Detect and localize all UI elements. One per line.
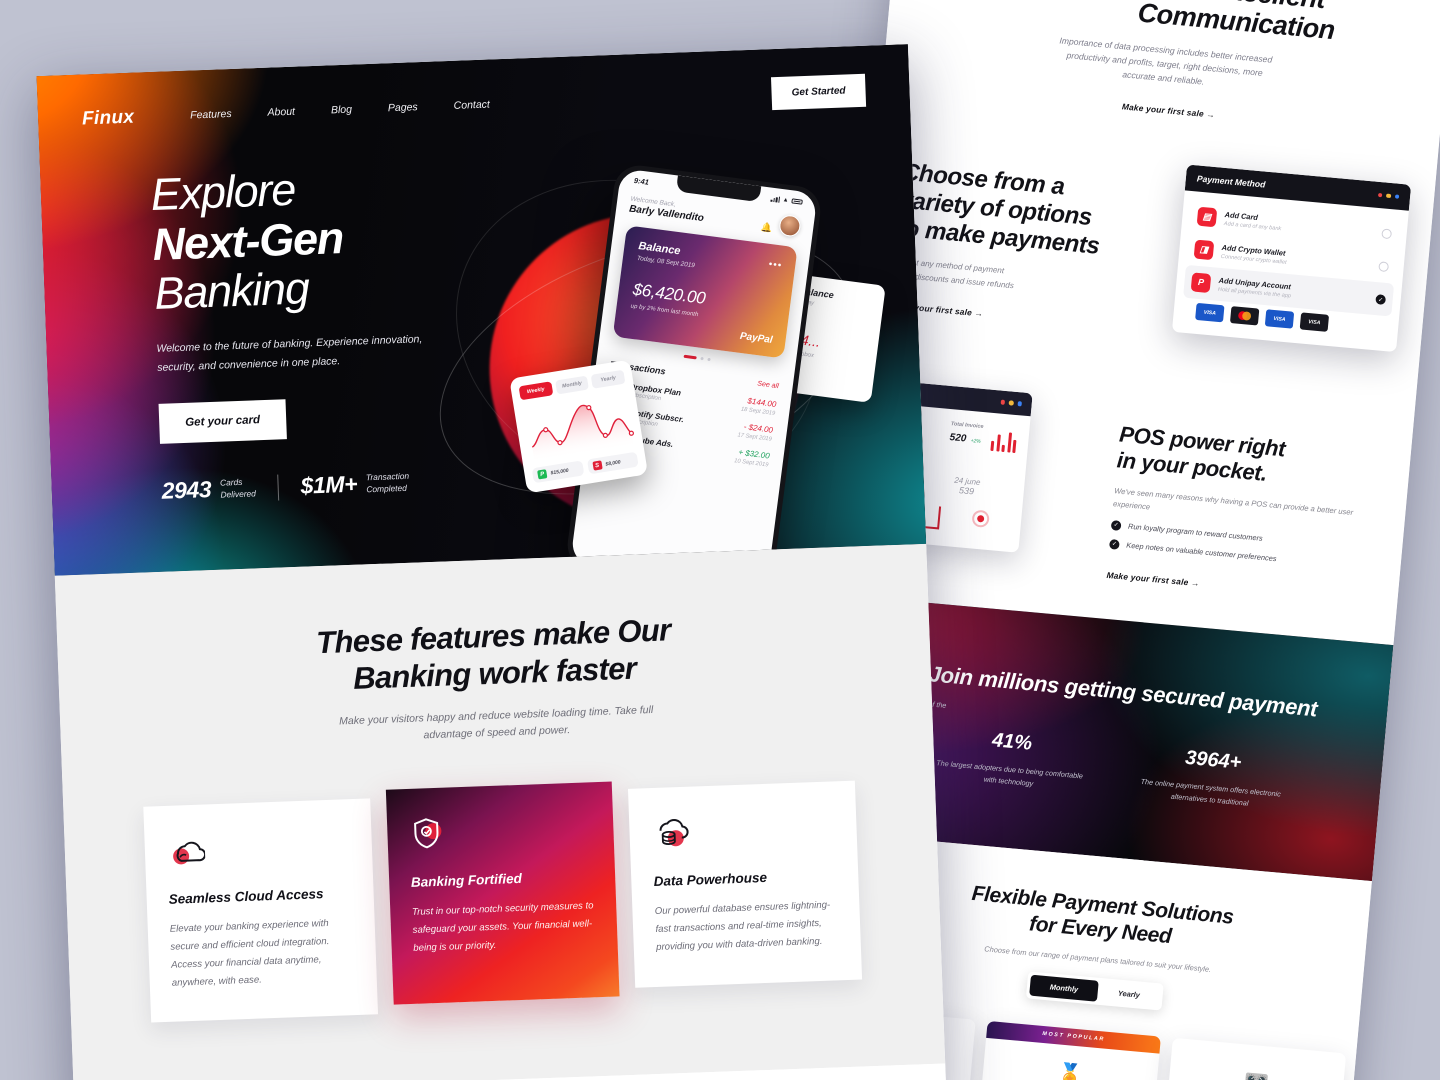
paypal-logo: PayPal	[739, 330, 774, 346]
stat-text: The online payment system offers electro…	[1140, 776, 1282, 808]
hero-text-block: Explore Next-Gen Banking Welcome to the …	[39, 121, 482, 509]
radio-button[interactable]	[1378, 260, 1390, 272]
tab-weekly[interactable]: Weekly	[518, 381, 554, 401]
logo[interactable]: Finux	[82, 106, 135, 130]
stat-label: Transaction Completed	[365, 471, 410, 495]
wifi-icon: ▲	[782, 196, 790, 204]
left-page-mockup: Finux Features About Blog Pages Contact …	[36, 44, 948, 1080]
hero-title: Explore Next-Gen Banking	[149, 163, 344, 320]
toggle-yearly[interactable]: Yearly	[1097, 980, 1161, 1007]
chip-value: $15,000	[550, 467, 569, 476]
nav-item-pages[interactable]: Pages	[388, 101, 418, 114]
feature-text: Elevate your banking experience with sec…	[169, 918, 330, 989]
feature-text: Our powerful database ensures lightning-…	[654, 899, 831, 953]
toggle-monthly[interactable]: Monthly	[1029, 974, 1100, 1002]
chip-value: $8,000	[604, 458, 622, 468]
avatar[interactable]	[778, 214, 802, 238]
wallet-icon: ◨	[1193, 239, 1215, 261]
database-cloud-icon	[651, 813, 690, 852]
cloud-icon	[166, 831, 206, 870]
top-navigation: Finux Features About Blog Pages Contact …	[36, 44, 910, 137]
communication-link[interactable]: Make your first sale →	[1121, 102, 1215, 120]
more-options-icon[interactable]: •••	[768, 259, 783, 272]
balance-card: ••• Balance Today, 08 Sept 2019 $6,420.0…	[612, 225, 798, 359]
window-dots	[1000, 399, 1022, 407]
pricing-card-premium[interactable]: MOST POPULAR 🏅 PREMIUM PLAN Best for med…	[968, 1020, 1162, 1080]
screenshot-stage: with Excellent Communication Importance …	[0, 0, 1440, 1080]
feature-card-security[interactable]: Banking Fortified Trust in our top-notch…	[385, 781, 620, 1005]
visa-icon: VISA	[1264, 309, 1295, 329]
feature-text: Trust in our top-notch security measures…	[411, 900, 594, 954]
nav-item-about[interactable]: About	[267, 105, 295, 118]
check-icon	[1110, 519, 1122, 531]
stat-item: 3964+ The online payment system offers e…	[1135, 742, 1288, 813]
nav-item-features[interactable]: Features	[190, 107, 232, 121]
features-heading: These features make Our Banking work fas…	[315, 612, 671, 697]
payment-method-panel: Payment Method ▤ Add Card Add a card of …	[1171, 164, 1412, 353]
hero-stat-cards-delivered: 2943 Cards Delivered	[161, 475, 256, 505]
hero-stat-transactions: $1M+ Transaction Completed	[300, 469, 410, 500]
most-popular-badge: MOST POPULAR	[986, 1020, 1162, 1054]
stat-value: $1M+	[300, 470, 358, 499]
premium-icon: 🏅	[1056, 1062, 1084, 1080]
nav-item-blog[interactable]: Blog	[331, 103, 352, 116]
radio-button[interactable]	[1381, 228, 1393, 239]
battery-icon	[791, 198, 803, 205]
hero-stats: 2943 Cards Delivered $1M+ Transaction Co…	[161, 466, 482, 505]
stat-item: 41% The largest adopters due to being co…	[934, 724, 1087, 795]
check-icon	[1108, 538, 1120, 550]
radio-button-selected[interactable]	[1375, 293, 1387, 305]
stat-text: The largest adopters due to being comfor…	[935, 757, 1084, 788]
tab-monthly[interactable]: Monthly	[554, 375, 590, 395]
communication-paragraph: Importance of data processing includes b…	[1059, 35, 1273, 87]
feature-title: Banking Fortified	[410, 871, 523, 891]
stripe-icon: S	[591, 460, 603, 471]
card-icon: ▤	[1196, 206, 1218, 228]
hero-section: Finux Features About Blog Pages Contact …	[36, 44, 927, 576]
feature-card-data[interactable]: Data Powerhouse Our powerful database en…	[628, 780, 863, 988]
tab-yearly[interactable]: Yearly	[590, 369, 626, 389]
pos-link[interactable]: Make your first sale →	[1106, 570, 1200, 588]
shield-check-icon	[408, 814, 447, 853]
feature-title: Data Powerhouse	[653, 870, 768, 890]
feature-title: Seamless Cloud Access	[168, 886, 324, 908]
feature-card-cloud[interactable]: Seamless Cloud Access Elevate your banki…	[143, 798, 378, 1023]
get-your-card-button[interactable]: Get your card	[158, 399, 287, 445]
ultimate-icon: 🎛️	[1241, 1070, 1271, 1080]
mastercard-icon	[1229, 306, 1260, 326]
window-dots	[1377, 192, 1400, 200]
stat-label: Cards Delivered	[219, 477, 257, 500]
mini-chart-card: Weekly Monthly Yearly P $15,000 S $8,000	[509, 359, 649, 494]
hero-paragraph: Welcome to the future of banking. Experi…	[156, 333, 423, 375]
pos-heading: POS power right in your pocket.	[1115, 421, 1287, 487]
payment-panel-title: Payment Method	[1196, 173, 1266, 190]
status-time: 9:41	[633, 175, 650, 187]
stat-value: 3964+	[1184, 746, 1243, 774]
nav-links: Features About Blog Pages Contact	[190, 98, 490, 121]
pos-invoice-stat: Total Invoice 520 +2%	[949, 421, 984, 446]
payment-options-section: Choose from a variety of options to make…	[856, 118, 1437, 419]
pricing-card-ultimate[interactable]: 🎛️ ULTIMATE PLAN Best for independent bu…	[1154, 1037, 1347, 1080]
divider	[277, 474, 280, 501]
unipay-icon: P	[1190, 272, 1212, 294]
paypal-icon: P	[537, 469, 548, 480]
signal-icon	[770, 195, 781, 203]
features-section: These features make Our Banking work fas…	[54, 543, 946, 1080]
nav-item-contact[interactable]: Contact	[453, 98, 490, 111]
features-subtext: Make your visitors happy and reduce webs…	[338, 704, 654, 742]
stat-value: 41%	[991, 728, 1034, 755]
visa-icon: VISA	[1195, 303, 1225, 323]
feature-cards: Seamless Cloud Access Elevate your banki…	[143, 780, 863, 1023]
get-started-button[interactable]: Get Started	[771, 73, 867, 111]
stat-value: 2943	[161, 476, 212, 505]
bell-icon[interactable]	[761, 217, 773, 229]
visa-dark-icon: VISA	[1299, 312, 1330, 333]
bar-chart-icon	[990, 431, 1017, 454]
